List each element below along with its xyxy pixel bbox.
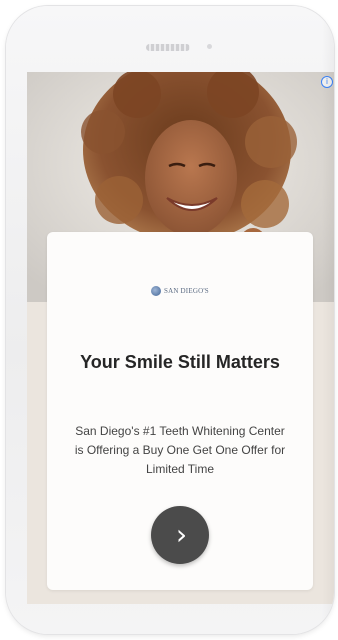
tooth-logo-icon [151, 286, 161, 296]
ad-body-text: San Diego's #1 Teeth Whitening Center is… [74, 424, 286, 476]
phone-edge-shadow [322, 6, 334, 634]
face-shape [145, 120, 237, 236]
front-camera [207, 44, 212, 49]
phone-frame: i SAN DIEGO'S Your Smile Still Matters S… [6, 6, 334, 634]
brand-logo-text: SAN DIEGO'S [164, 287, 209, 295]
page: i SAN DIEGO'S Your Smile Still Matters S… [0, 0, 338, 640]
brand-logo: SAN DIEGO'S [151, 284, 209, 298]
speaker-grille [146, 44, 190, 51]
ad-card[interactable]: SAN DIEGO'S Your Smile Still Matters San… [47, 232, 313, 590]
chevron-right-icon: › [175, 518, 188, 551]
ad-screen: i SAN DIEGO'S Your Smile Still Matters S… [27, 72, 334, 604]
ad-headline: Your Smile Still Matters [80, 352, 280, 372]
next-button[interactable]: › [151, 506, 209, 564]
